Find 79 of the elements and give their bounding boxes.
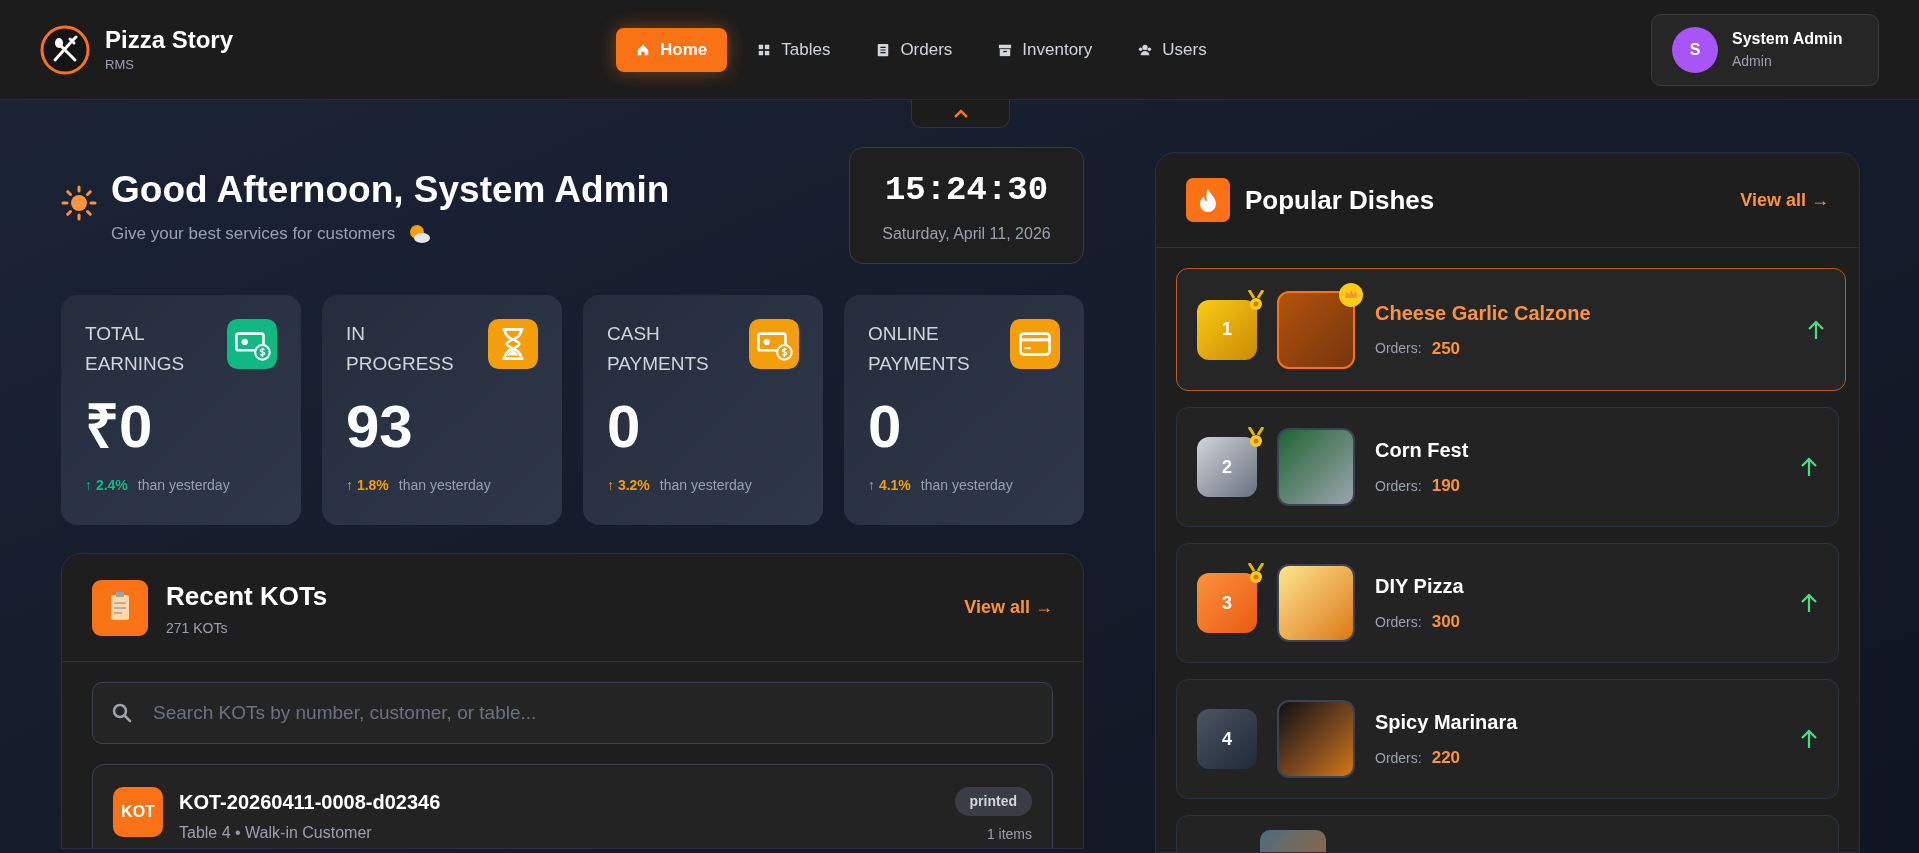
order-count: 250	[1431, 337, 1461, 360]
archive-box-icon	[998, 42, 1013, 57]
rank-badge: 4	[1197, 709, 1257, 769]
trend-change: ↑ 3.2%	[607, 476, 650, 495]
kot-badge: KOT	[113, 787, 163, 837]
dish-name: Spicy Marinara	[1375, 710, 1519, 736]
dish-card[interactable]: 2 Corn Fest Orders: 190	[1176, 407, 1839, 527]
clock-time: 15:24:30	[884, 170, 1049, 211]
stat-label: IN PROGRESS	[346, 322, 455, 376]
rank-badge: 3	[1197, 573, 1257, 633]
view-all-link[interactable]: View all →	[964, 594, 1053, 621]
nav-tab[interactable]: Tables	[741, 27, 847, 72]
status-badge: printed	[954, 787, 1032, 816]
user-role: Admin	[1732, 52, 1773, 71]
users-icon	[1138, 42, 1153, 57]
panel-title: Popular Dishes	[1245, 183, 1435, 217]
collapse-toggle[interactable]	[911, 100, 1010, 128]
panel-title: Recent KOTs	[166, 579, 328, 613]
arrow-up-icon	[1800, 729, 1818, 749]
dish-name: Cheese Garlic Calzone	[1375, 300, 1592, 326]
orders-label: Orders:	[1375, 612, 1422, 632]
kot-detail: Table 4 • Walk-in Customer	[179, 823, 373, 843]
item-count: 1 items	[986, 825, 1032, 844]
sun-cloud-icon	[407, 223, 432, 245]
orders-label: Orders:	[1375, 748, 1422, 768]
grid-icon	[757, 42, 772, 57]
sun-icon	[61, 185, 97, 221]
dish-card[interactable]: 4 Spicy Marinara Orders: 220	[1176, 679, 1839, 799]
stat-value: 0	[868, 397, 903, 457]
dish-card[interactable]: 3 DIY Pizza Orders: 300	[1176, 543, 1839, 663]
trend-note: than yesterday	[659, 476, 752, 495]
utensils-logo-icon	[40, 24, 90, 75]
user-name: System Admin	[1732, 29, 1843, 49]
brand-subtitle: RMS	[105, 55, 135, 74]
kot-count: 271 KOTs	[166, 618, 229, 638]
clock-date: Saturday, April 11, 2026	[882, 224, 1051, 244]
orders-label: Orders:	[1375, 339, 1422, 358]
brand-name: Pizza Story	[105, 24, 234, 55]
rank-badge: 2	[1197, 437, 1257, 497]
order-count: 190	[1431, 475, 1461, 498]
trend-change: ↑ 4.1%	[868, 476, 911, 495]
stat-value: 93	[346, 397, 414, 457]
kot-number: KOT-20260411-0008-d02346	[179, 790, 442, 815]
stat-value: 0	[607, 397, 642, 457]
trend-note: than yesterday	[920, 476, 1013, 495]
stat-value: ₹0	[85, 397, 154, 457]
dish-name: DIY Pizza	[1375, 574, 1465, 600]
flame-icon	[1186, 178, 1230, 222]
home-icon	[636, 42, 650, 57]
user-card[interactable]: S System Admin Admin	[1651, 13, 1879, 86]
search-icon	[112, 703, 132, 723]
kot-row[interactable]: KOT KOT-20260411-0008-d02346 Table 4 • Walk-in Customer printed 1 items	[92, 764, 1053, 848]
view-all-link[interactable]: View all →	[1740, 186, 1829, 214]
stat-label: CASH PAYMENTS	[607, 322, 710, 376]
greeting-subtitle: Give your best services for customers	[111, 223, 396, 246]
clipboard-icon	[92, 579, 148, 636]
order-count: 220	[1431, 747, 1461, 770]
nav-tab[interactable]: Users	[1122, 27, 1223, 72]
arrow-up-icon	[1800, 457, 1818, 477]
orders-label: Orders:	[1375, 476, 1422, 496]
trend-note: than yesterday	[398, 476, 491, 495]
stat-label: ONLINE PAYMENTS	[868, 322, 971, 376]
chevron-up-icon	[952, 108, 969, 119]
trend-change: ↑ 2.4%	[85, 476, 128, 495]
nav-tab[interactable]: Inventory	[982, 27, 1109, 72]
list-icon	[876, 42, 891, 57]
greeting-title: Good Afternoon, System Admin	[111, 168, 670, 212]
dish-name: Corn Fest	[1375, 438, 1470, 464]
rank-badge: 1	[1197, 299, 1257, 360]
stat-label: TOTAL EARNINGS	[85, 322, 186, 376]
trend-note: than yesterday	[137, 476, 230, 495]
order-count: 300	[1431, 611, 1461, 634]
arrow-up-icon	[1800, 593, 1818, 613]
nav-tab[interactable]: Orders	[860, 27, 969, 72]
user-avatar: S	[1672, 26, 1718, 73]
search-field[interactable]: Search KOTs by number, customer, or table...	[92, 682, 1053, 744]
arrow-up-icon	[1807, 319, 1825, 340]
trend-change: ↑ 1.8%	[346, 476, 389, 495]
dish-card[interactable]: 1 Cheese Garlic Calzone Orders: 250	[1176, 268, 1846, 391]
